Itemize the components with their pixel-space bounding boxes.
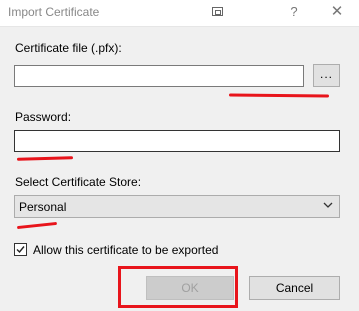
certificate-store-value: Personal <box>19 200 67 214</box>
browse-button[interactable]: ... <box>313 64 340 87</box>
help-button[interactable]: ? <box>277 0 311 26</box>
chevron-down-icon <box>323 202 333 208</box>
password-label: Password: <box>15 110 72 124</box>
certificate-store-select[interactable]: Personal <box>14 195 340 218</box>
checkmark-icon <box>16 246 25 254</box>
allow-export-checkbox[interactable] <box>14 243 27 256</box>
certificate-file-input[interactable] <box>14 65 304 87</box>
annotation-underline-store <box>16 221 58 230</box>
certificate-store-label: Select Certificate Store: <box>15 175 142 189</box>
annotation-underline-file <box>228 93 330 98</box>
password-input[interactable] <box>14 130 340 152</box>
window-title: Import Certificate <box>8 5 100 19</box>
title-bar: Import Certificate ? ✕ <box>0 0 359 27</box>
annotation-box-ok <box>118 266 238 308</box>
annotation-underline-password <box>16 156 74 161</box>
certificate-file-label: Certificate file (.pfx): <box>15 41 122 55</box>
restore-icon[interactable] <box>200 0 234 26</box>
close-button[interactable]: ✕ <box>320 0 354 26</box>
cancel-button[interactable]: Cancel <box>249 276 340 300</box>
allow-export-label: Allow this certificate to be exported <box>33 243 219 257</box>
